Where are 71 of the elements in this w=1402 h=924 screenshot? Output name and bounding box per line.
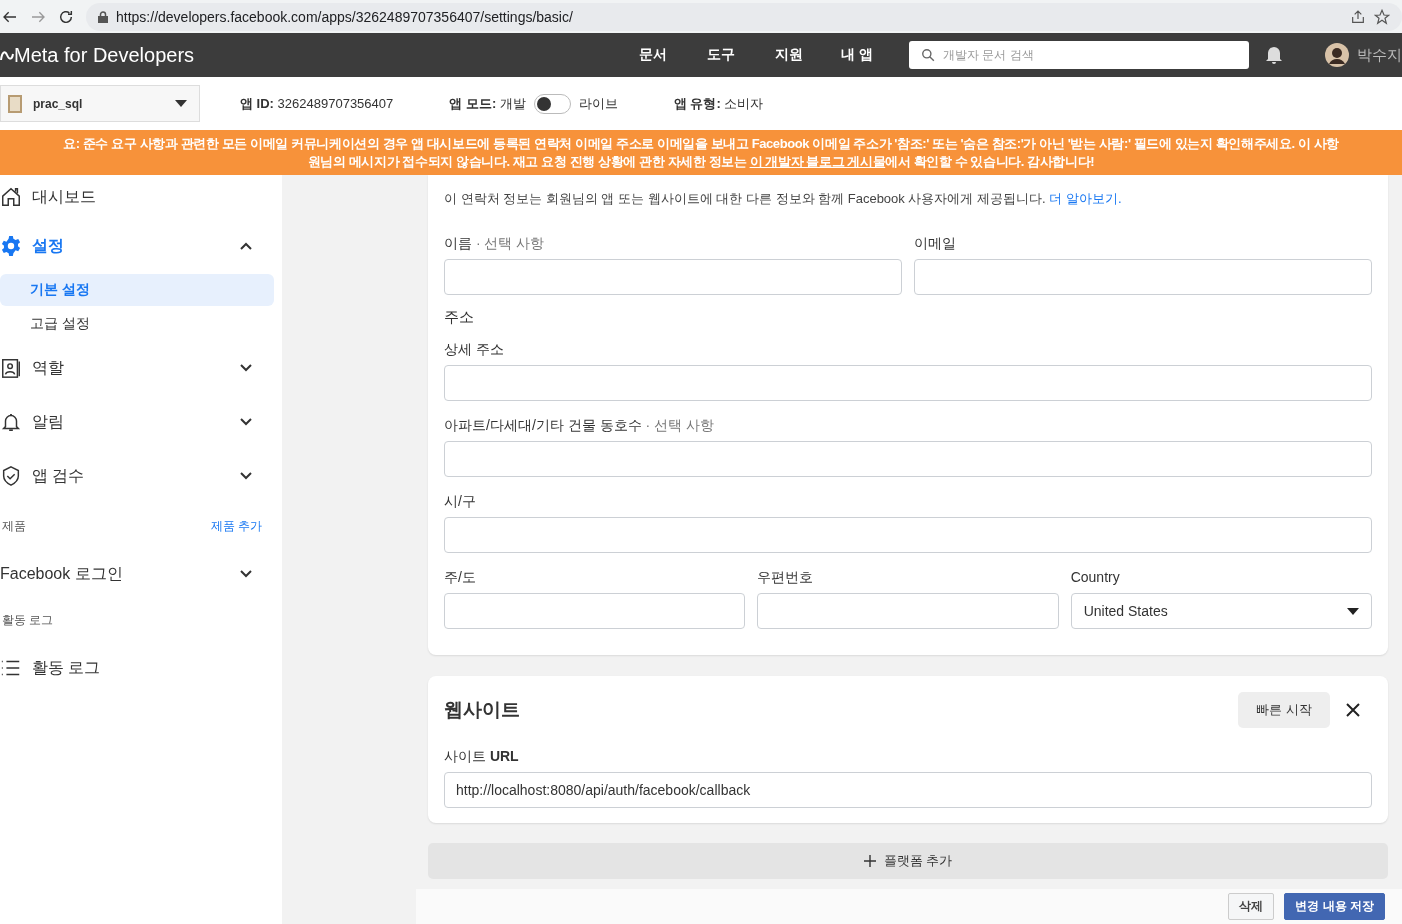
avatar[interactable] <box>1325 43 1349 67</box>
input-field[interactable] <box>444 517 1372 553</box>
input-field[interactable]: http://localhost:8080/api/auth/facebook/callback <box>444 772 1372 808</box>
save-button[interactable]: 변경 내용 저장 <box>1284 893 1385 920</box>
search-icon <box>921 48 935 62</box>
field-label: 상세 주소 <box>444 341 505 357</box>
input-field[interactable] <box>444 593 746 629</box>
card-title: 웹사이트 <box>444 698 521 722</box>
sidebar-item[interactable]: Facebook 로그인 <box>0 549 274 599</box>
section-label: 제품 <box>2 517 26 535</box>
notification-bell-icon[interactable] <box>1265 45 1283 65</box>
nav-link[interactable]: 문서 <box>619 46 687 64</box>
input-field[interactable] <box>914 259 1372 295</box>
input-field[interactable] <box>444 259 902 295</box>
close-icon[interactable] <box>1346 703 1360 717</box>
input-field[interactable] <box>757 593 1059 629</box>
star-icon[interactable] <box>1374 8 1390 25</box>
field-label: Country <box>1070 569 1121 585</box>
input-field[interactable] <box>444 365 1372 401</box>
reload-icon[interactable] <box>58 8 74 25</box>
sidebar-item[interactable]: 대시보드 <box>0 175 274 219</box>
id-card-icon <box>0 357 22 379</box>
app-selector[interactable]: prac_sql <box>0 85 200 122</box>
sidebar-item[interactable]: 알림 <box>0 395 274 449</box>
caret-down-icon <box>175 99 187 108</box>
app-mode-toggle[interactable] <box>533 93 571 114</box>
country-select[interactable]: United States <box>1070 593 1372 629</box>
plus-icon <box>863 855 876 867</box>
sidebar-subitem[interactable]: 고급 설정 <box>0 308 274 340</box>
nav-link[interactable]: 도구 <box>687 46 755 64</box>
field-label: 우편번호 <box>757 569 815 585</box>
share-icon[interactable] <box>1350 8 1366 25</box>
field-label: 이름 · 선택 사항 <box>444 235 546 251</box>
sidebar-item[interactable]: 활동 로그 <box>0 641 274 695</box>
notice-text: 원님의 메시지가 접수되지 않습니다. 재고 요청 진행 상황에 관한 자세한 정보는 이 개발자 블로그 게시물에서 확인할 수 있습니다. 감사합니다! <box>307 152 1095 171</box>
field-label: 사이트 URL <box>444 748 520 764</box>
field-label: 아파트/다세대/기타 건물 동호수 · 선택 사항 <box>444 417 715 433</box>
notice-text: 요: 준수 요구 사항과 관련한 모든 이메일 커뮤니케이션의 경우 앱 대시보드에 등록된 연락처 이메일 주소로 이메일을 보내고 Facebook 이메일 주소가 '참조:' 또는 '숨은 참조:'가 아닌 '받는 사람:' 필드에 있는지 확인해주세요. 이 사항 <box>63 134 1339 153</box>
add-platform-button[interactable]: 플랫폼 추가 <box>428 843 1388 879</box>
shield-check-icon <box>0 465 22 487</box>
nav-link[interactable]: 내 앱 <box>823 46 891 64</box>
section-label: 활동 로그 <box>2 611 54 629</box>
lock-icon <box>98 10 108 23</box>
caret-down-icon <box>1347 607 1359 615</box>
section-heading: 주소 <box>444 308 475 327</box>
input-field[interactable] <box>444 441 1372 477</box>
infinity-logo-icon <box>0 48 14 62</box>
user-name[interactable]: 박수지 <box>1357 45 1402 65</box>
field-label: 이메일 <box>914 235 957 251</box>
app-id-text: 앱 ID: 3262489707356407 <box>240 94 394 113</box>
contact-description: 이 연락처 정보는 회원님의 앱 또는 웹사이트에 대한 다른 정보와 함께 Facebook 사용자에게 제공됩니다. 더 알아보기. <box>444 190 1123 208</box>
address-bar[interactable]: https://developers.facebook.com/apps/3262489707356407/settings/basic/ <box>86 2 1402 31</box>
sidebar-item[interactable]: 역할 <box>0 341 274 395</box>
sidebar-item[interactable]: 앱 검수 <box>0 449 274 503</box>
delete-button[interactable]: 삭제 <box>1228 893 1275 920</box>
live-label: 라이브 <box>578 94 618 113</box>
learn-more-link[interactable]: 더 알아보기. <box>1049 191 1122 206</box>
app-mode-label: 앱 모드: 개발 <box>449 94 526 113</box>
search-field[interactable]: 개발자 문서 검색 <box>909 41 1249 69</box>
app-type-text: 앱 유형: 소비자 <box>673 94 764 113</box>
site-logo[interactable]: Meta for Developers <box>14 43 195 67</box>
field-label: 시/구 <box>444 493 477 509</box>
bell-icon <box>0 411 22 433</box>
quick-start-button[interactable]: 빠른 시작 <box>1238 692 1330 728</box>
nav-link[interactable]: 지원 <box>755 46 823 64</box>
app-icon <box>5 93 25 114</box>
home-icon <box>0 186 22 208</box>
sidebar-subitem[interactable]: 기본 설정 <box>0 274 274 306</box>
add-product-link[interactable]: 제품 추가 <box>210 517 262 535</box>
field-label: 주/도 <box>444 569 477 585</box>
sidebar-item[interactable]: 설정 <box>0 219 274 273</box>
